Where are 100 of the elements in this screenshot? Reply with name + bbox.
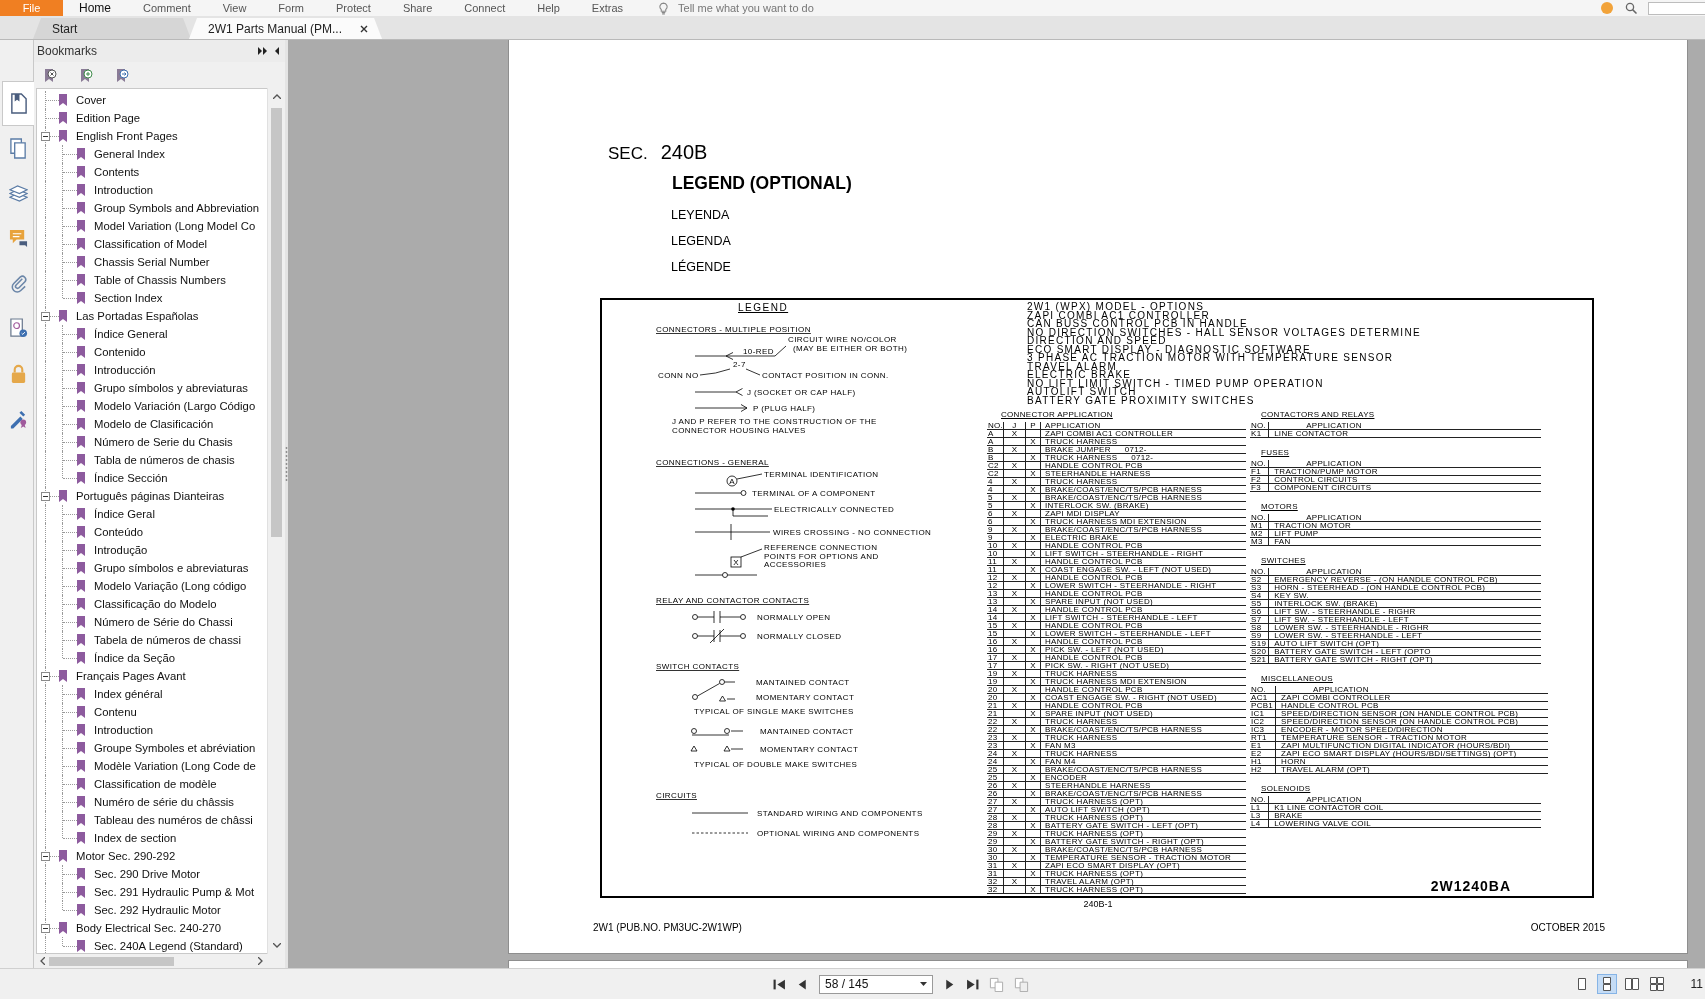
previous-page-icon[interactable] (796, 977, 809, 991)
bookmark-item[interactable]: Cover (76, 92, 107, 108)
bookmark-item[interactable]: Tableau des numéros de châssi (94, 812, 253, 828)
table-cell: X (1011, 878, 1018, 885)
bookmark-item[interactable]: English Front Pages (76, 128, 178, 144)
bookmark-item[interactable]: Section Index (94, 290, 163, 306)
bookmark-plus-icon[interactable] (79, 67, 93, 83)
bookmark-item[interactable]: Group Symbols and Abbreviation (94, 200, 260, 216)
bookmark-item[interactable]: Motor Sec. 290-292 (76, 848, 176, 864)
bookmark-item[interactable]: Introdução (94, 542, 148, 558)
bookmark-item[interactable]: Classification de modèle (94, 776, 217, 792)
zoom-value[interactable]: 11 (1690, 977, 1703, 991)
search-field[interactable] (1648, 1, 1705, 15)
bookmark-item[interactable]: Índice Sección (94, 470, 168, 486)
ribbon-tab[interactable]: Comment (127, 0, 207, 16)
scroll-down-icon[interactable] (272, 943, 281, 948)
ribbon-tab[interactable]: Connect (448, 0, 522, 16)
bookmark-icon (77, 814, 85, 826)
next-page-icon[interactable] (943, 977, 956, 991)
ribbon-tab[interactable]: Help (521, 0, 576, 16)
document-tab[interactable]: 2W1 Parts Manual (PM... (189, 18, 383, 39)
bookmark-item[interactable]: Modelo Variación (Largo Código (94, 398, 256, 414)
bookmark-item[interactable]: Model Variation (Long Model Co (94, 218, 256, 234)
bookmark-item[interactable]: Índice Geral (94, 506, 155, 522)
caret-icon[interactable] (920, 982, 927, 986)
bookmark-item[interactable]: Português páginas Dianteiras (76, 488, 225, 504)
bookmark-item[interactable]: Introduction (94, 722, 154, 738)
view-mode-button[interactable] (1596, 974, 1617, 994)
last-page-icon[interactable] (966, 977, 979, 991)
collapse-icon[interactable] (41, 671, 50, 681)
bookmark-item[interactable]: Conteúdo (94, 524, 143, 540)
bookmark-x-icon[interactable] (43, 67, 57, 83)
table-cell: HANDLE CONTROL PCB (1045, 702, 1143, 709)
close-icon[interactable] (360, 24, 369, 33)
bookmark-item[interactable]: Sec. 292 Hydraulic Motor (94, 902, 221, 918)
first-page-icon[interactable] (773, 977, 786, 991)
scrollbar-thumb[interactable] (49, 956, 174, 966)
bookmark-arrow-icon[interactable] (115, 67, 129, 83)
ribbon-tab[interactable]: Share (386, 0, 449, 16)
bookmark-item[interactable]: Chassis Serial Number (94, 254, 210, 270)
ribbon-tab[interactable]: Protect (320, 0, 387, 16)
scroll-right-icon[interactable] (258, 957, 263, 965)
bookmark-item[interactable]: Número de Serie du Chasis (94, 434, 233, 450)
bookmark-item[interactable]: Tabla de números de chasis (94, 452, 235, 468)
bookmark-item[interactable]: Las Portadas Españolas (76, 308, 199, 324)
bookmark-item[interactable]: Tabela de números de chassi (94, 632, 241, 648)
bookmark-icon (77, 454, 85, 466)
bookmark-item[interactable]: Numéro de série du châssis (94, 794, 235, 810)
bookmark-item[interactable]: Edition Page (76, 110, 141, 126)
ribbon-tab[interactable]: Home (63, 0, 127, 16)
bookmark-item[interactable]: Groupe Symboles et abréviation (94, 740, 256, 756)
bookmark-item[interactable]: Table of Chassis Numbers (94, 272, 226, 288)
bookmark-item[interactable]: Français Pages Avant (76, 668, 186, 684)
bookmark-item[interactable]: Índice da Seção (94, 650, 176, 666)
bookmark-item[interactable]: Modelo Variação (Long código (94, 578, 247, 594)
table-cell: HANDLE CONTROL PCB (1045, 590, 1143, 597)
bookmark-item[interactable]: Introduction (94, 182, 154, 198)
bookmark-item[interactable]: Grupo símbolos y abreviaturas (94, 380, 248, 396)
collapse-panel-icon[interactable] (274, 47, 279, 55)
bookmark-item[interactable]: Introducción (94, 362, 156, 378)
ribbon-tab[interactable]: Extras (575, 0, 640, 16)
bookmark-item[interactable]: Index de section (94, 830, 177, 846)
grip-icon[interactable] (285, 446, 288, 482)
scroll-left-icon[interactable] (40, 957, 45, 965)
bookmark-item[interactable]: Index général (94, 686, 163, 702)
document-tab[interactable]: Start (33, 18, 191, 39)
bookmark-item[interactable]: Sec. 240A Legend (Standard) (94, 938, 243, 953)
collapse-icon[interactable] (41, 131, 50, 141)
option-line: ELECTRIC BRAKE (1027, 371, 1132, 380)
table-cell: X (1030, 854, 1036, 861)
table-cell: 4 (988, 486, 993, 493)
ribbon-tab[interactable]: Form (262, 0, 321, 16)
collapse-icon[interactable] (41, 311, 50, 321)
collapse-icon[interactable] (41, 851, 50, 861)
bookmark-item[interactable]: Classificação do Modelo (94, 596, 217, 612)
bookmark-item[interactable]: Classification of Model (94, 236, 208, 252)
bookmark-item[interactable]: Contenido (94, 344, 146, 360)
bookmark-item[interactable]: General Index (94, 146, 165, 162)
search-icon[interactable] (1625, 2, 1637, 14)
table-cell: X (1030, 790, 1036, 797)
bookmark-item[interactable]: Sec. 290 Drive Motor (94, 866, 201, 882)
bookmark-item[interactable]: Número de Série do Chassi (94, 614, 233, 630)
collapse-icon[interactable] (41, 923, 50, 933)
bookmark-item[interactable]: Índice General (94, 326, 168, 342)
bookmark-item[interactable]: Modelo de Clasificación (94, 416, 214, 432)
scrollbar-thumb[interactable] (271, 108, 282, 537)
bookmark-item[interactable]: Sec. 291 Hydraulic Pump & Mot (94, 884, 255, 900)
bookmark-item[interactable]: Contenu (94, 704, 137, 720)
collapse-icon[interactable] (41, 491, 50, 501)
bookmark-item[interactable]: Grupo símbolos e abreviaturas (94, 560, 249, 576)
ribbon-tab[interactable]: View (206, 0, 263, 16)
bookmark-item[interactable]: Modèle Variation (Long Code de (94, 758, 256, 774)
scroll-up-icon[interactable] (272, 94, 281, 99)
page-number-field[interactable]: 58 / 145 (819, 974, 933, 994)
bookmark-item[interactable]: Body Electrical Sec. 240-270 (76, 920, 222, 936)
expand-panel-icon[interactable] (258, 47, 268, 55)
bookmark-item[interactable]: Contents (94, 164, 140, 180)
panel-button[interactable] (2, 81, 34, 126)
double-make-maintained-symbol (691, 728, 744, 736)
tell-me-field[interactable]: Tell me what you want to do (678, 1, 859, 15)
